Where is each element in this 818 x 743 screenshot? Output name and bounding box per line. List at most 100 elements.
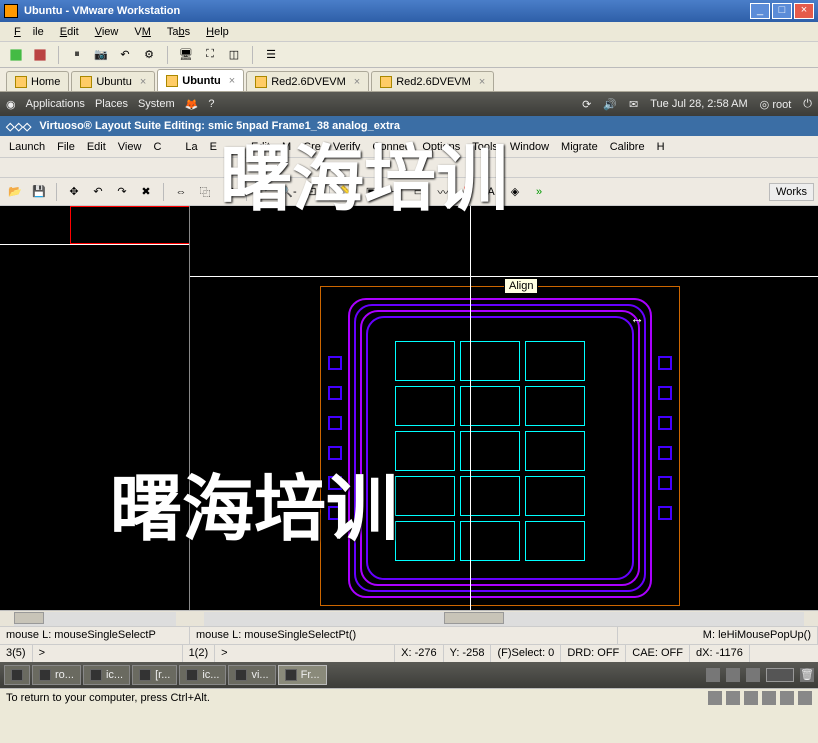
tray-icon[interactable] bbox=[726, 668, 740, 682]
shutdown-icon[interactable]: ⏻ bbox=[803, 98, 812, 111]
scrollbar-left[interactable] bbox=[0, 610, 190, 626]
device-net-icon[interactable] bbox=[744, 691, 758, 705]
menu-file[interactable]: File bbox=[8, 24, 50, 40]
clock[interactable]: Tue Jul 28, 2:58 AM bbox=[650, 98, 747, 110]
menu-window[interactable]: Window bbox=[505, 139, 554, 155]
status-prompt1[interactable]: > bbox=[33, 645, 183, 662]
win-controls[interactable]: ◇◇◇ bbox=[6, 120, 31, 133]
delete-icon[interactable]: ✖ bbox=[135, 181, 157, 203]
fit-icon[interactable]: ⊡ bbox=[301, 181, 323, 203]
task-button[interactable]: ic... bbox=[83, 665, 130, 685]
rect-icon[interactable]: ▭ bbox=[408, 181, 430, 203]
help-icon[interactable]: ? bbox=[208, 98, 214, 110]
ruler-icon[interactable]: 📏 bbox=[336, 181, 358, 203]
layout-pane-right[interactable]: ↔ Align bbox=[190, 206, 818, 610]
path-icon[interactable]: 〰 bbox=[432, 181, 454, 203]
snapshot-button[interactable]: 📷 bbox=[91, 45, 111, 65]
menu-e2[interactable]: E bbox=[205, 139, 222, 155]
menu-tabs[interactable]: Tabs bbox=[161, 24, 196, 40]
minimize-button[interactable]: _ bbox=[750, 3, 770, 19]
menu-file[interactable]: File bbox=[52, 139, 80, 155]
show-console-button[interactable]: 🖥 bbox=[176, 45, 196, 65]
menu-migrate[interactable]: Migrate bbox=[556, 139, 603, 155]
redo-icon[interactable]: ↷ bbox=[111, 181, 133, 203]
workspace-switcher[interactable] bbox=[766, 668, 794, 682]
zoom-in-icon[interactable]: 🔍+ bbox=[253, 181, 275, 203]
update-icon[interactable]: ⟳ bbox=[582, 98, 591, 111]
device-printer-icon[interactable] bbox=[798, 691, 812, 705]
move-icon[interactable]: ✥ bbox=[63, 181, 85, 203]
align-icon[interactable]: ▦ bbox=[218, 181, 240, 203]
menu-h[interactable]: H bbox=[652, 139, 670, 155]
menu-launch[interactable]: Launch bbox=[4, 139, 50, 155]
menu-calibre[interactable]: Calibre bbox=[605, 139, 650, 155]
status-prompt2[interactable]: > bbox=[215, 645, 395, 662]
open-icon[interactable]: 📂 bbox=[4, 181, 26, 203]
zoom-out-icon[interactable]: 🔍- bbox=[277, 181, 299, 203]
save-icon[interactable]: 💾 bbox=[28, 181, 50, 203]
menu-create[interactable]: Cre bbox=[298, 139, 326, 155]
menu-applications[interactable]: Applications bbox=[26, 98, 85, 110]
menu-m[interactable]: M bbox=[277, 139, 296, 155]
device-usb-icon[interactable] bbox=[762, 691, 776, 705]
label-icon[interactable]: A bbox=[480, 181, 502, 203]
layout-pane-left[interactable] bbox=[0, 206, 190, 610]
tab-ubuntu-2[interactable]: Ubuntu× bbox=[157, 69, 244, 91]
close-icon[interactable]: × bbox=[354, 76, 360, 88]
scrollbar-right[interactable] bbox=[190, 610, 818, 626]
suspend-button[interactable]: ⏸ bbox=[67, 45, 87, 65]
menu-connectivity[interactable]: Connec bbox=[367, 139, 415, 155]
instance-icon[interactable]: ▣ bbox=[360, 181, 382, 203]
menu-view[interactable]: View bbox=[113, 139, 147, 155]
unity-button[interactable]: ◫ bbox=[224, 45, 244, 65]
menu-places[interactable]: Places bbox=[95, 98, 128, 110]
show-desktop-button[interactable] bbox=[4, 665, 30, 685]
task-button[interactable]: ro... bbox=[32, 665, 81, 685]
task-button[interactable]: ic... bbox=[179, 665, 226, 685]
undo-icon[interactable]: ↶ bbox=[87, 181, 109, 203]
ubuntu-icon[interactable]: ◉ bbox=[6, 98, 16, 111]
maximize-button[interactable]: □ bbox=[772, 3, 792, 19]
power-off-button[interactable] bbox=[30, 45, 50, 65]
task-button-active[interactable]: Fr... bbox=[278, 665, 327, 685]
close-icon[interactable]: × bbox=[229, 75, 235, 87]
device-sound-icon[interactable] bbox=[780, 691, 794, 705]
menu-options[interactable]: Options bbox=[417, 139, 465, 155]
menu-view[interactable]: View bbox=[89, 24, 125, 40]
close-icon[interactable]: × bbox=[140, 76, 146, 88]
menu-edit2[interactable]: Edit bbox=[246, 139, 275, 155]
volume-icon[interactable]: 🔊 bbox=[603, 98, 617, 111]
manage-button[interactable]: ⚙ bbox=[139, 45, 159, 65]
trash-icon[interactable]: 🗑 bbox=[800, 668, 814, 682]
menu-verify[interactable]: Verify bbox=[328, 139, 366, 155]
menu-edit[interactable]: Edit bbox=[82, 139, 111, 155]
menu-tools[interactable]: Tools bbox=[467, 139, 503, 155]
more-icon[interactable]: » bbox=[528, 181, 550, 203]
via-icon[interactable]: ◈ bbox=[504, 181, 526, 203]
menu-help[interactable]: Help bbox=[200, 24, 235, 40]
user-menu[interactable]: ◎ root bbox=[760, 98, 792, 111]
fullscreen-button[interactable]: ⛶ bbox=[200, 45, 220, 65]
menu-c[interactable]: C bbox=[148, 139, 166, 155]
task-button[interactable]: vi... bbox=[228, 665, 275, 685]
close-button[interactable]: × bbox=[794, 3, 814, 19]
stretch-icon[interactable]: ⇔ bbox=[170, 181, 192, 203]
tray-icon[interactable] bbox=[746, 668, 760, 682]
tab-red-1[interactable]: Red2.6DVEVM× bbox=[246, 71, 369, 91]
tab-home[interactable]: Home bbox=[6, 71, 69, 91]
task-button[interactable]: [r... bbox=[132, 665, 177, 685]
menu-system[interactable]: System bbox=[138, 98, 175, 110]
menu-vm[interactable]: VM bbox=[128, 24, 157, 40]
tray-icon[interactable] bbox=[706, 668, 720, 682]
firefox-icon[interactable]: 🦊 bbox=[185, 98, 199, 111]
mail-icon[interactable]: ✉ bbox=[629, 98, 638, 111]
close-icon[interactable]: × bbox=[479, 76, 485, 88]
summary-button[interactable]: ☰ bbox=[261, 45, 281, 65]
wire-icon[interactable]: ─ bbox=[384, 181, 406, 203]
revert-button[interactable]: ↶ bbox=[115, 45, 135, 65]
power-on-button[interactable] bbox=[6, 45, 26, 65]
device-hdd-icon[interactable] bbox=[708, 691, 722, 705]
tab-red-2[interactable]: Red2.6DVEVM× bbox=[371, 71, 494, 91]
pin-icon[interactable]: 📍 bbox=[456, 181, 478, 203]
device-cd-icon[interactable] bbox=[726, 691, 740, 705]
